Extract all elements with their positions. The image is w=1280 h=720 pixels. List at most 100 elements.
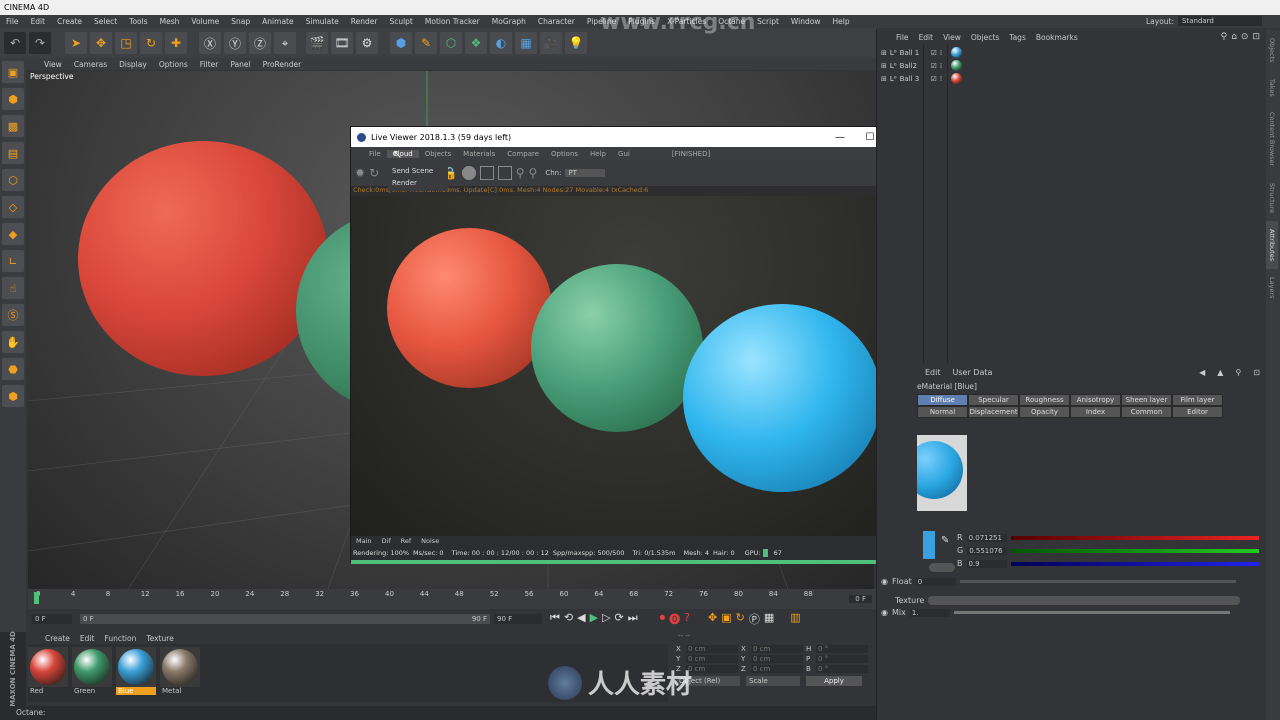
menu-simulate[interactable]: Simulate <box>300 17 345 26</box>
menu-animate[interactable]: Animate <box>256 17 299 26</box>
menu-volume[interactable]: Volume <box>185 17 225 26</box>
expand-icon[interactable]: ⊞ <box>881 75 887 83</box>
coord-field[interactable]: 0 cm <box>686 655 738 663</box>
menu-select[interactable]: Select <box>88 17 123 26</box>
render-picture-viewer-icon[interactable]: 🎞 <box>331 32 353 54</box>
z-axis-icon[interactable]: Ⓩ <box>249 32 271 54</box>
floor-icon[interactable]: ▦ <box>515 32 537 54</box>
coord-field[interactable]: 0 cm <box>751 665 803 673</box>
make-editable-icon[interactable]: ▣ <box>2 61 24 83</box>
object-row[interactable]: ⊞ L⁰ Ball 1 ☑ ⁞ <box>877 46 1266 59</box>
layout-value[interactable]: Standard <box>1178 16 1263 26</box>
coord-field[interactable]: 0 cm <box>686 645 738 653</box>
menu-help[interactable]: Help <box>826 17 855 26</box>
right-tab-content-browser[interactable]: Content Browser <box>1266 104 1278 174</box>
coordinate-scale-select[interactable]: Scale <box>746 676 800 686</box>
move-tool-icon[interactable]: ✥ <box>90 32 112 54</box>
points-mode-icon[interactable]: ⬡ <box>2 169 24 191</box>
object-name[interactable]: Ball 3 <box>900 75 924 83</box>
viewport-menu-prorender[interactable]: ProRender <box>257 60 308 69</box>
visibility-icon[interactable]: ☑ <box>931 75 937 83</box>
mix-radio-icon[interactable]: ◉ <box>881 608 888 617</box>
attr-tab-specular[interactable]: Specular <box>968 394 1019 406</box>
x-axis-icon[interactable]: Ⓧ <box>199 32 221 54</box>
g-slider[interactable] <box>1011 548 1260 553</box>
dots-icon[interactable]: ⁞ <box>940 62 942 70</box>
object-row[interactable]: ⊞ L⁰ Ball2 ☑ ⁞ <box>877 59 1266 72</box>
attr-menu-edit[interactable]: Edit <box>925 368 941 377</box>
lv-tab-main[interactable]: Main <box>351 537 377 545</box>
material-tag-icon[interactable] <box>951 60 963 71</box>
attr-search-icon[interactable]: ⚲ <box>1235 368 1241 377</box>
scale-tool-icon[interactable]: ◳ <box>115 32 137 54</box>
viewport-menu-panel[interactable]: Panel <box>224 60 256 69</box>
attr-tab-sheen-layer[interactable]: Sheen layer <box>1121 394 1172 406</box>
key-position-icon[interactable]: ✥ <box>708 611 717 627</box>
lv-menu-gui[interactable]: Gui <box>612 150 636 158</box>
tweak-icon[interactable]: ☝ <box>2 277 24 299</box>
menu-item-render[interactable]: Render <box>388 177 448 189</box>
prev-key-icon[interactable]: ⟲ <box>564 611 573 627</box>
pick-material-icon[interactable]: ⚲ <box>529 166 538 180</box>
cube-icon[interactable]: ⬢ <box>390 32 412 54</box>
attr-tab-editor[interactable]: Editor <box>1172 406 1223 418</box>
menu-render[interactable]: Render <box>345 17 384 26</box>
material-item-blue[interactable]: Blue <box>116 647 156 695</box>
g-field[interactable]: 0.551076 <box>967 546 1008 555</box>
right-tab-structure[interactable]: Structure <box>1266 175 1278 221</box>
lv-menu-file[interactable]: File <box>363 150 387 158</box>
menu-character[interactable]: Character <box>532 17 581 26</box>
material-menu-function[interactable]: Function <box>99 634 141 643</box>
lock-workplane-icon[interactable]: ✋ <box>2 331 24 353</box>
go-to-start-icon[interactable]: ⏮ <box>550 611 560 627</box>
rotate-tool-icon[interactable]: ↻ <box>140 32 162 54</box>
eyedropper-icon[interactable]: ✎ <box>941 535 949 546</box>
menu-script[interactable]: Script <box>751 17 785 26</box>
material-menu-edit[interactable]: Edit <box>75 634 100 643</box>
expand-color-button[interactable] <box>929 563 955 572</box>
key-scale-icon[interactable]: ▣ <box>721 611 731 627</box>
render-view-icon[interactable]: 🎬 <box>306 32 328 54</box>
coord-field[interactable]: 0 cm <box>686 665 738 673</box>
expand-icon[interactable]: ⊞ <box>881 62 887 70</box>
right-tab-attributes[interactable]: Attributes <box>1266 220 1278 269</box>
coord-field[interactable]: 0 cm <box>751 645 803 653</box>
object-name[interactable]: Ball 1 <box>900 49 924 57</box>
search-icon[interactable]: ⚲ <box>1221 32 1228 42</box>
menu-item-send-scene[interactable]: Send Scene <box>388 165 448 177</box>
redo-icon[interactable]: ↷ <box>29 32 51 54</box>
float-slider[interactable] <box>959 580 1236 583</box>
attr-lock-icon[interactable]: ⊡ <box>1253 368 1260 377</box>
color-swatch[interactable] <box>923 531 935 559</box>
menu-sculpt[interactable]: Sculpt <box>383 17 418 26</box>
apply-button[interactable]: Apply <box>806 676 862 686</box>
right-tab-layers[interactable]: Layers <box>1266 269 1278 307</box>
attr-tab-film-layer[interactable]: Film layer <box>1172 394 1223 406</box>
timeline-ruler[interactable]: 0481216202428323640444852566064687276808… <box>28 589 876 609</box>
b-field[interactable]: 0.9 <box>966 559 1007 568</box>
pen-spline-icon[interactable]: ✎ <box>415 32 437 54</box>
material-preview-icon[interactable] <box>917 435 967 511</box>
material-item-metal[interactable]: Metal <box>160 647 200 695</box>
visibility-icon[interactable]: ☑ <box>931 62 937 70</box>
menu-create[interactable]: Create <box>51 17 88 26</box>
visibility-icon[interactable]: ☑ <box>931 49 937 57</box>
coord-field[interactable]: 0 ° <box>816 645 868 653</box>
lv-menu-options[interactable]: Options <box>545 150 584 158</box>
attr-tab-displacement[interactable]: Displacement <box>968 406 1019 418</box>
solo-icon[interactable]: ⬢ <box>2 385 24 407</box>
float-radio-icon[interactable]: ◉ <box>881 577 888 586</box>
coord-field[interactable]: 0 ° <box>816 655 868 663</box>
attr-tab-diffuse[interactable]: Diffuse <box>917 394 968 406</box>
right-tab-objects[interactable]: Objects <box>1266 30 1278 71</box>
light-icon[interactable]: 💡 <box>565 32 587 54</box>
go-to-end-icon[interactable]: ⏭ <box>628 611 638 627</box>
timeline-layout-icon[interactable]: ▥ <box>790 611 800 627</box>
material-item-green[interactable]: Green <box>72 647 112 695</box>
lv-tab-dif[interactable]: Dif <box>377 537 396 545</box>
viewport-menu-options[interactable]: Options <box>153 60 194 69</box>
mix-field[interactable]: 1. <box>909 608 950 617</box>
attr-tab-roughness[interactable]: Roughness <box>1019 394 1070 406</box>
next-key-icon[interactable]: ⟳ <box>615 611 624 627</box>
workplane-icon[interactable]: ▤ <box>2 142 24 164</box>
